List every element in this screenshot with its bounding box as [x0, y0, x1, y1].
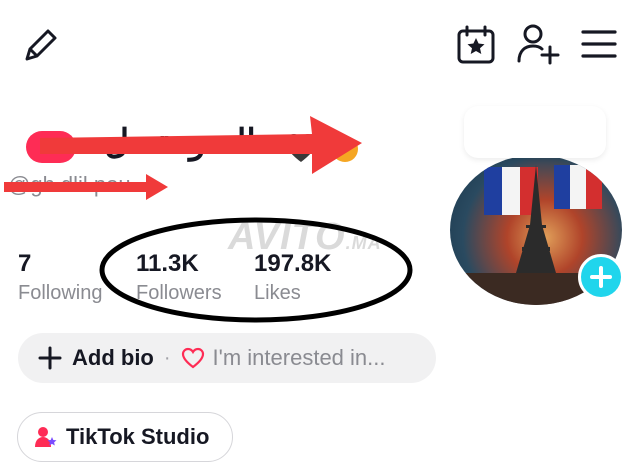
- separator-dot: ·: [163, 346, 171, 369]
- heart-icon: [181, 347, 205, 369]
- plus-icon: [38, 346, 62, 370]
- interest-prompt: I'm interested in...: [212, 345, 386, 370]
- tiktok-studio-label: TikTok Studio: [66, 424, 210, 449]
- hamburger-menu-icon: [581, 30, 617, 58]
- tiktok-studio-button[interactable]: TikTok Studio: [17, 412, 233, 462]
- following-label[interactable]: Following: [18, 282, 102, 305]
- avatar-overlay: [464, 106, 606, 158]
- calendar-star-icon: [457, 25, 495, 64]
- add-avatar-button[interactable]: [578, 254, 624, 300]
- add-friend-button[interactable]: [514, 20, 562, 68]
- annotation-arrow-name: [40, 116, 362, 174]
- following-count[interactable]: 7: [18, 250, 31, 278]
- menu-button[interactable]: [578, 24, 620, 64]
- add-bio-label: Add bio: [72, 345, 154, 370]
- pencil-icon: [25, 29, 57, 61]
- annotation-arrow-handle: [4, 174, 168, 200]
- studio-icon: [34, 425, 58, 449]
- edit-profile-button[interactable]: [18, 22, 64, 68]
- add-user-icon: [517, 24, 560, 65]
- annotation-ellipse: [99, 217, 413, 323]
- calendar-button[interactable]: [452, 22, 500, 68]
- plus-icon: [590, 266, 612, 288]
- add-bio-button[interactable]: Add bio · I'm interested in...: [18, 333, 436, 383]
